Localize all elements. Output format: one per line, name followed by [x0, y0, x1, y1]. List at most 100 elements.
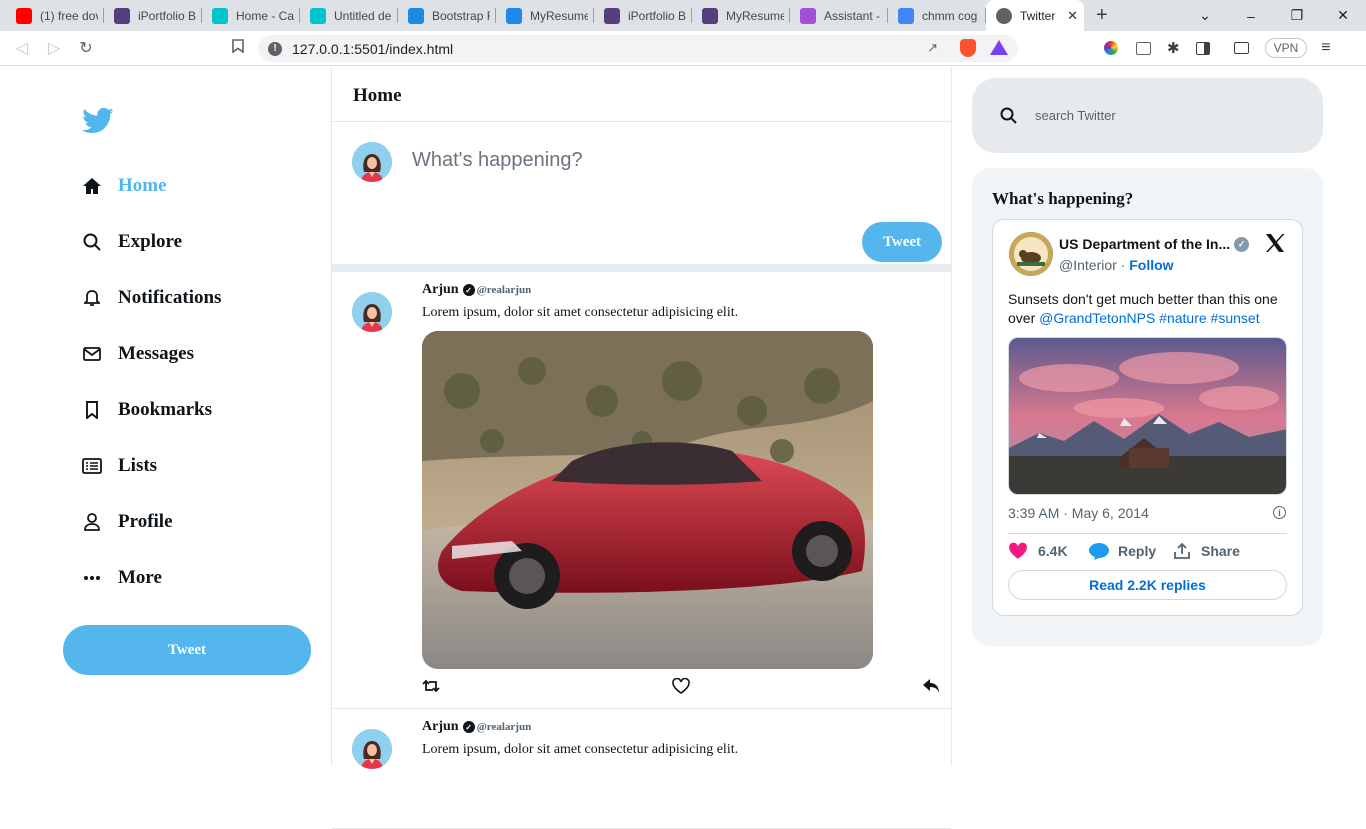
tab-search-icon[interactable]: ⌄ — [1182, 7, 1228, 24]
embedded-tweet[interactable]: US Department of the In... ✓ @Interior ·… — [992, 219, 1303, 616]
sidebar-item-profile[interactable]: Profile — [80, 507, 173, 537]
tweet-actions — [422, 678, 942, 702]
tweet-author[interactable]: Arjun ✓ @realarjun — [422, 282, 531, 298]
sidebar: Home Explore Notifications Messages Bookmark… — [0, 67, 332, 766]
sidebar-item-more[interactable]: More — [80, 563, 162, 593]
image-extension-icon[interactable] — [1136, 41, 1151, 55]
maximize-button[interactable]: ❐ — [1274, 7, 1320, 24]
share-label: Share — [1201, 543, 1240, 559]
tweet-post: Arjun ✓ @realarjun Lorem ipsum, dolor si… — [332, 272, 951, 709]
bootstrap-icon — [604, 7, 620, 24]
follow-link[interactable]: Follow — [1129, 257, 1173, 273]
browser-toolbar: ◁ ▷ ↻ ! 127.0.0.1:5501/index.html ↗ ✱ VP… — [0, 31, 1366, 66]
sidebar-item-explore[interactable]: Explore — [80, 227, 182, 257]
embed-timestamp[interactable]: 3:39 AM · May 6, 2014 — [1008, 505, 1149, 521]
wallet-icon[interactable] — [1233, 42, 1249, 54]
browser-tab[interactable]: Untitled de — [300, 0, 398, 31]
heart-icon — [1009, 542, 1027, 559]
sidebar-tweet-button[interactable]: Tweet — [63, 625, 311, 675]
sidebar-icon[interactable] — [1195, 41, 1210, 55]
embed-handle[interactable]: @Interior — [1059, 257, 1117, 273]
vpn-button[interactable]: VPN — [1264, 38, 1308, 58]
mention-link[interactable]: @GrandTetonNPS — [1039, 310, 1155, 326]
like-icon[interactable] — [672, 678, 690, 694]
sidebar-item-bookmarks[interactable]: Bookmarks — [80, 395, 212, 425]
close-tab-icon[interactable]: ✕ — [1067, 8, 1078, 24]
share-stat[interactable]: Share — [1173, 542, 1240, 560]
puzzle-icon[interactable]: ✱ — [1167, 39, 1180, 57]
brave-shields-icon[interactable] — [960, 39, 976, 57]
brave-rewards-icon[interactable] — [990, 40, 1008, 55]
hashtag-link[interactable]: #nature — [1159, 310, 1206, 326]
sidebar-item-notifications[interactable]: Notifications — [80, 283, 221, 313]
back-icon[interactable]: ◁ — [6, 38, 38, 58]
reload-icon[interactable]: ↻ — [70, 38, 102, 58]
reply-icon[interactable] — [922, 678, 940, 694]
browser-tab[interactable]: chmm cog — [888, 0, 986, 31]
compose-tweet-button[interactable]: Tweet — [862, 222, 942, 262]
read-replies-button[interactable]: Read 2.2K replies — [1008, 570, 1287, 600]
author-handle: @realarjun — [476, 284, 532, 296]
tweet-post: Arjun ✓ @realarjun Lorem ipsum, dolor si… — [332, 709, 951, 829]
sidebar-item-messages[interactable]: Messages — [80, 339, 194, 369]
compose-input[interactable] — [412, 149, 812, 172]
extensions-area: ✱ VPN ≡ — [1104, 36, 1331, 60]
like-stat[interactable]: 6.4K — [1008, 542, 1068, 560]
hashtag-link[interactable]: #sunset — [1211, 310, 1260, 326]
browser-tab[interactable]: iPortfolio B — [594, 0, 692, 31]
tweet-text: Lorem ipsum, dolor sit amet consectetur … — [422, 742, 739, 757]
sidebar-item-home[interactable]: Home — [80, 171, 167, 201]
x-logo-icon[interactable] — [1264, 232, 1286, 254]
interior-avatar[interactable] — [1009, 232, 1053, 276]
menu-icon[interactable]: ≡ — [1321, 39, 1330, 57]
embed-account-name[interactable]: US Department of the In... ✓ — [1059, 236, 1250, 252]
right-column: What's happening? US Department of the I… — [972, 67, 1323, 766]
forward-icon[interactable]: ▷ — [38, 38, 70, 58]
tweet-image[interactable] — [422, 331, 873, 669]
browser-tab[interactable]: MyResume — [692, 0, 790, 31]
browser-tab[interactable]: MyResume — [496, 0, 594, 31]
youtube-icon — [16, 7, 32, 24]
color-extension-icon[interactable] — [1104, 41, 1118, 55]
bookmark-page-icon[interactable] — [222, 38, 254, 58]
sidebar-item-lists[interactable]: Lists — [80, 451, 157, 481]
close-window-button[interactable]: ✕ — [1320, 7, 1366, 24]
tab-title: MyResume — [530, 8, 588, 23]
like-count: 6.4K — [1038, 543, 1068, 559]
embed-image[interactable] — [1008, 337, 1287, 495]
new-tab-icon[interactable]: + — [1096, 4, 1116, 27]
info-icon[interactable]: i — [1273, 506, 1286, 519]
browser-tab[interactable]: Home - Ca — [202, 0, 300, 31]
author-handle: @realarjun — [476, 721, 532, 733]
globe-icon — [996, 7, 1012, 24]
search-icon — [80, 230, 104, 254]
sidebar-item-label: Profile — [118, 511, 173, 532]
site-info-icon[interactable]: ! — [268, 41, 282, 56]
verified-icon: ✓ — [1234, 236, 1250, 252]
tweet-author[interactable]: Arjun ✓ @realarjun — [422, 719, 531, 735]
assistant-icon — [800, 7, 816, 24]
list-icon — [80, 454, 104, 478]
twitter-logo-icon[interactable] — [82, 107, 114, 135]
share-icon[interactable]: ↗ — [927, 40, 938, 56]
search-input[interactable] — [1035, 108, 1285, 123]
bootstrap-studio-icon — [408, 7, 424, 24]
browser-tab-active[interactable]: Twitter ✕ — [986, 0, 1084, 31]
minimize-button[interactable]: – — [1228, 8, 1274, 24]
browser-tab[interactable]: Assistant - — [790, 0, 888, 31]
bootstrap-icon — [114, 7, 130, 24]
retweet-icon[interactable] — [422, 678, 440, 694]
reply-stat[interactable]: Reply — [1088, 542, 1156, 560]
bootstrap-studio-icon — [506, 7, 522, 24]
tab-title: MyResume — [726, 8, 784, 23]
window-controls: ⌄ – ❐ ✕ — [1182, 0, 1366, 31]
browser-tab[interactable]: iPortfolio B — [104, 0, 202, 31]
tab-title: (1) free dov — [40, 8, 98, 23]
browser-tab[interactable]: (1) free dov — [6, 0, 104, 31]
avatar — [352, 292, 392, 332]
browser-tab[interactable]: Bootstrap F — [398, 0, 496, 31]
bell-icon — [80, 286, 104, 310]
address-bar[interactable]: ! 127.0.0.1:5501/index.html ↗ — [258, 35, 1018, 62]
divider — [1008, 533, 1287, 534]
search-box[interactable] — [972, 78, 1323, 153]
